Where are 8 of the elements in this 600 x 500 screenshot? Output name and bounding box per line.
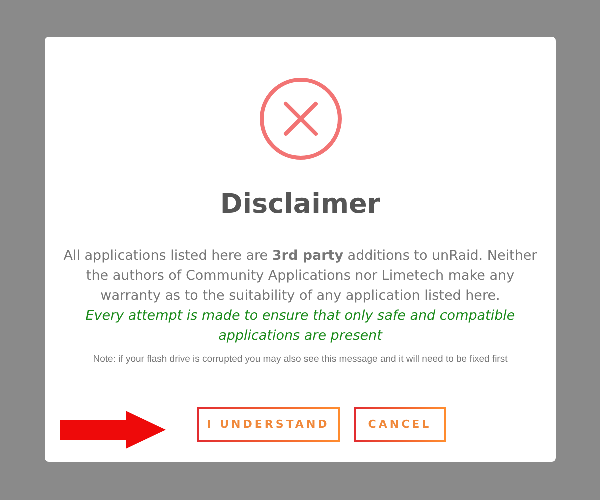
dialog-title: Disclaimer [220, 189, 381, 220]
safety-notice: Every attempt is made to ensure that only safe and compatible applications are present [84, 307, 516, 346]
note-text: Note: if your flash drive is corrupted you may also see this message and it will need to be fixed first [93, 354, 508, 365]
understand-button[interactable]: I UNDERSTAND [197, 407, 340, 442]
disclaimer-text: All applications listed here are 3rd party additions to unRaid. Neither the authors of Community Applications nor Limetech make any warranty as to the suitability of any application listed here. [62, 247, 538, 306]
arrow-icon [60, 411, 166, 449]
error-icon [258, 77, 342, 161]
cancel-button[interactable]: CANCEL [354, 407, 446, 442]
